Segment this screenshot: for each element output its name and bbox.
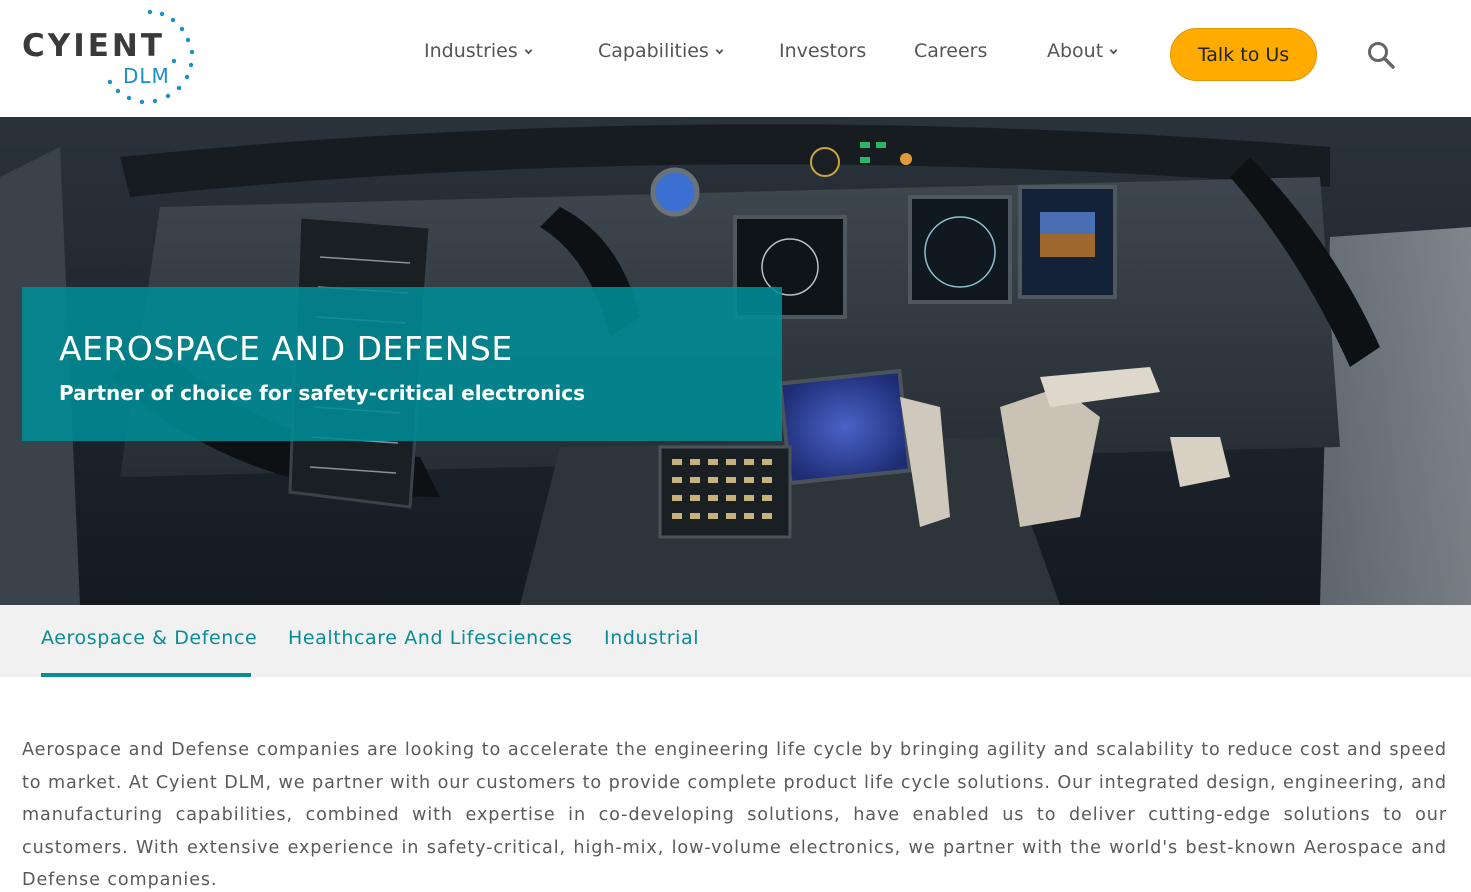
tab-aerospace-defence[interactable]: Aerospace & Defence	[41, 627, 257, 649]
nav-label: Capabilities	[598, 40, 709, 62]
search-icon[interactable]	[1366, 40, 1396, 70]
logo-sub-text: DLM	[123, 64, 170, 88]
tab-industrial[interactable]: Industrial	[604, 627, 699, 649]
nav-label: Careers	[914, 40, 988, 62]
industry-tabs: Aerospace & Defence Healthcare And Lifes…	[0, 605, 1471, 677]
nav-careers[interactable]: Careers	[914, 40, 987, 62]
nav-investors[interactable]: Investors	[779, 40, 866, 62]
active-tab-indicator	[41, 673, 251, 677]
hero-title: AEROSPACE AND DEFENSE	[59, 329, 513, 368]
nav-industries[interactable]: Industries	[424, 40, 533, 62]
chevron-down-icon	[1109, 48, 1118, 54]
hero-subtitle: Partner of choice for safety-critical el…	[59, 381, 585, 405]
nav-label: Investors	[779, 40, 867, 62]
chevron-down-icon	[715, 48, 724, 54]
tab-healthcare-lifesciences[interactable]: Healthcare And Lifesciences	[288, 627, 573, 649]
cyient-dlm-logo[interactable]: CYIENT DLM	[20, 6, 200, 106]
nav-capabilities[interactable]: Capabilities	[598, 40, 724, 62]
logo-brand-text: CYIENT	[22, 28, 165, 64]
nav-label: About	[1047, 40, 1104, 62]
nav-about[interactable]: About	[1047, 40, 1118, 62]
talk-to-us-button[interactable]: Talk to Us	[1170, 28, 1317, 81]
chevron-down-icon	[524, 48, 533, 54]
nav-label: Industries	[424, 40, 518, 62]
site-header: CYIENT DLM Industries Capabilities Inves…	[0, 0, 1471, 117]
hero-caption-box: AEROSPACE AND DEFENSE Partner of choice …	[22, 287, 782, 441]
hero-banner: AEROSPACE AND DEFENSE Partner of choice …	[0, 117, 1471, 605]
intro-paragraph: Aerospace and Defense companies are look…	[22, 740, 1447, 890]
